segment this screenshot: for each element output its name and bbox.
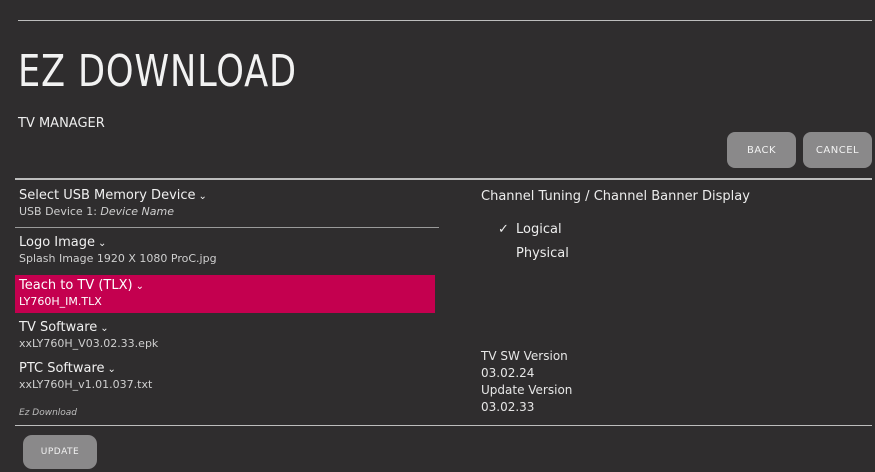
option-physical[interactable]: Physical: [498, 246, 569, 261]
ptc-software-value: xxLY760H_v1.01.037.txt: [19, 378, 153, 391]
tv-sw-version-label: TV SW Version: [481, 349, 568, 363]
teach-to-tv-label: Teach to TV (TLX): [19, 278, 133, 293]
page-title: EZ DOWNLOAD: [18, 46, 297, 97]
ptc-software-label: PTC Software: [19, 361, 105, 376]
logo-image-label: Logo Image: [19, 235, 96, 250]
update-version-label: Update Version: [481, 383, 573, 397]
option-physical-label: Physical: [516, 246, 569, 261]
tv-software-value: xxLY760H_V03.02.33.epk: [19, 337, 159, 350]
cancel-button[interactable]: CANCEL: [803, 132, 872, 168]
usb-device-label: Select USB Memory Device: [19, 188, 196, 203]
back-button[interactable]: BACK: [727, 132, 796, 168]
chevron-down-icon: ⌄: [107, 364, 116, 375]
top-divider: [18, 20, 872, 21]
usb-device-prefix: USB Device 1:: [19, 205, 101, 218]
tv-software-selector[interactable]: TV Software ⌄ xxLY760H_V03.02.33.epk: [15, 320, 439, 354]
teach-to-tv-selector[interactable]: Teach to TV (TLX) ⌄ LY760H_IM.TLX: [15, 275, 435, 313]
ptc-software-selector[interactable]: PTC Software ⌄ xxLY760H_v1.01.037.txt: [15, 361, 439, 395]
update-button[interactable]: UPDATE: [23, 435, 97, 469]
channel-tuning-title: Channel Tuning / Channel Banner Display: [481, 189, 750, 204]
tv-sw-version-value: 03.02.24: [481, 366, 535, 380]
option-logical-label: Logical: [516, 222, 562, 237]
chevron-down-icon: ⌄: [198, 191, 207, 202]
page-subtitle: TV MANAGER: [18, 116, 105, 131]
usb-divider: [15, 227, 439, 228]
teach-to-tv-value: LY760H_IM.TLX: [19, 295, 102, 308]
chevron-down-icon: ⌄: [98, 238, 107, 249]
tv-software-label: TV Software: [19, 320, 98, 335]
option-logical[interactable]: ✓ Logical: [498, 222, 562, 237]
bottom-divider: [15, 425, 872, 426]
chevron-down-icon: ⌄: [100, 323, 109, 334]
update-version-value: 03.02.33: [481, 400, 535, 414]
usb-device-name: Device Name: [100, 205, 174, 218]
chevron-down-icon: ⌄: [135, 281, 144, 292]
usb-device-selector[interactable]: Select USB Memory Device ⌄ USB Device 1: …: [15, 188, 439, 224]
header-divider: [15, 178, 872, 180]
footer-note: Ez Download: [19, 408, 78, 418]
logo-image-value: Splash Image 1920 X 1080 ProC.jpg: [19, 252, 217, 265]
checkmark-icon: ✓: [498, 222, 509, 237]
logo-image-selector[interactable]: Logo Image ⌄ Splash Image 1920 X 1080 Pro…: [15, 235, 439, 271]
